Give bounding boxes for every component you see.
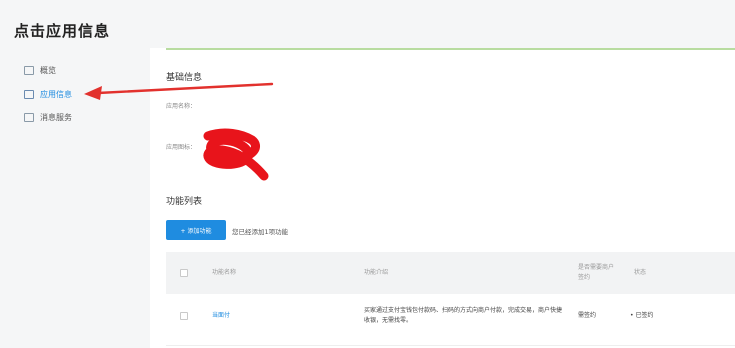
grid-icon (24, 89, 34, 99)
app-icon-label: 应用图标： (166, 144, 197, 151)
column-header-description: 功能介绍 (364, 269, 389, 276)
sidebar-item-label: 概览 (40, 65, 56, 75)
sidebar-item-label: 消息服务 (40, 112, 72, 122)
sidebar: 概览 应用信息 消息服务 (14, 52, 148, 348)
feature-description: 买家通过支付宝钱包付款码、扫码的方式向商户付款，完成交易，商户快捷收银，无需找零… (364, 307, 563, 324)
column-header-sign-required: 是否需要商户签约 (578, 264, 615, 281)
screen-icon (24, 112, 34, 122)
added-count-text: 您已经添加1项功能 (232, 228, 289, 236)
select-all-checkbox[interactable] (180, 269, 188, 277)
header-divider (166, 48, 735, 50)
basic-info-title: 基础信息 (166, 73, 203, 83)
sidebar-item-label: 应用信息 (40, 89, 72, 99)
feature-list-title: 功能列表 (166, 197, 203, 207)
page-title: 点击应用信息 (14, 22, 111, 40)
sidebar-item-message-service[interactable]: 消息服务 (24, 109, 72, 125)
sign-required-value: 需签约 (578, 312, 597, 319)
table-row: 当面付 买家通过支付宝钱包付款码、扫码的方式向商户付款，完成交易，商户快捷收银，… (166, 294, 735, 346)
redaction-scribble (203, 128, 269, 181)
status-badge: • 已签约 (630, 312, 654, 319)
add-feature-button[interactable]: + 添加功能 (166, 220, 226, 240)
feature-table: 功能名称 功能介绍 是否需要商户签约 状态 当面付 买家通过支付宝钱包付款码、扫… (166, 252, 735, 346)
table-header: 功能名称 功能介绍 是否需要商户签约 状态 (166, 252, 735, 294)
row-checkbox[interactable] (180, 312, 188, 320)
sidebar-item-app-info[interactable]: 应用信息 (24, 86, 72, 102)
main-panel: 基础信息 应用名称： 应用图标： 功能列表 + 添加功能 您已经添加1项功能 功… (150, 48, 735, 348)
monitor-icon (24, 65, 34, 75)
sidebar-item-overview[interactable]: 概览 (24, 62, 56, 78)
column-header-status: 状态 (634, 269, 647, 276)
feature-name-link[interactable]: 当面付 (212, 311, 230, 321)
column-header-name: 功能名称 (212, 269, 237, 276)
app-name-label: 应用名称： (166, 103, 197, 110)
